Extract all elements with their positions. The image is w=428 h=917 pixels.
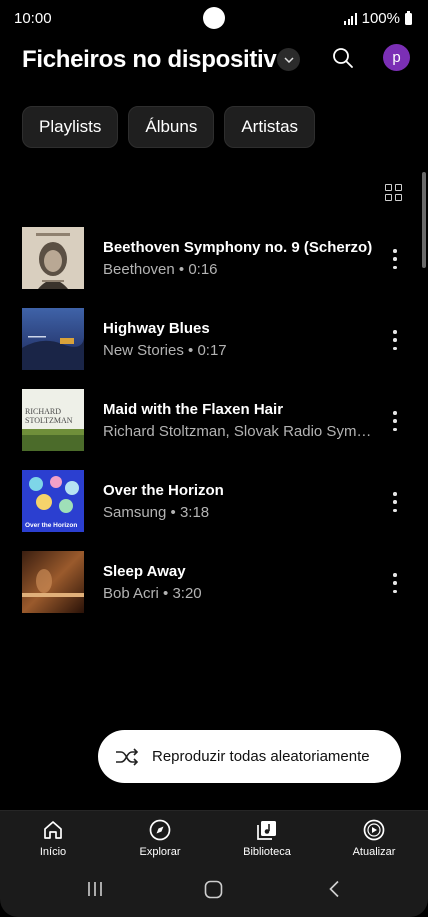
- song-row[interactable]: Beethoven Symphony no. 9 (Scherzo) Beeth…: [0, 227, 428, 291]
- shuffle-all-button[interactable]: Reproduzir todas aleatoriamente: [98, 730, 401, 783]
- page-title: Ficheiros no dispositivo: [22, 46, 291, 73]
- shuffle-label: Reproduzir todas aleatoriamente: [152, 748, 370, 765]
- more-options-icon[interactable]: [386, 330, 404, 350]
- title-dropdown-button[interactable]: [277, 48, 300, 71]
- category-chips: Playlists Álbuns Artistas: [22, 106, 316, 148]
- more-options-icon[interactable]: [386, 573, 404, 593]
- compass-icon: [149, 819, 171, 841]
- song-title: Maid with the Flaxen Hair: [103, 401, 284, 418]
- chip-playlists[interactable]: Playlists: [22, 106, 119, 148]
- home-icon: [44, 821, 62, 839]
- more-options-icon[interactable]: [386, 411, 404, 431]
- song-row[interactable]: Over the Horizon Over the Horizon Samsun…: [0, 470, 428, 534]
- blue-night-cover: [22, 308, 84, 370]
- battery-icon: [405, 10, 412, 25]
- song-subtitle: Samsung • 3:18: [103, 504, 210, 521]
- cover-text-line-2: STOLTZMAN: [25, 416, 73, 425]
- library-icon: [257, 821, 276, 840]
- chip-albums[interactable]: Álbuns: [128, 106, 215, 148]
- cover-title-text: Over the Horizon: [25, 522, 77, 529]
- battery-percent: 100%: [361, 10, 400, 27]
- nav-explore-label: Explorar: [139, 846, 181, 858]
- song-row[interactable]: Highway Blues New Stories • 0:17: [0, 308, 428, 372]
- shuffle-icon: [116, 747, 139, 766]
- status-bar: 10:00 100%: [0, 0, 428, 38]
- phone-screen: 10:00 100% Ficheiros no dispositivo p Pl…: [0, 0, 428, 917]
- recent-apps-icon[interactable]: [86, 880, 104, 898]
- system-navigation-bar: [0, 870, 428, 917]
- avatar[interactable]: p: [383, 44, 410, 71]
- song-subtitle: Richard Stoltzman, Slovak Radio Sym…: [103, 423, 372, 440]
- nav-upgrade[interactable]: Atualizar: [334, 819, 414, 858]
- chevron-down-icon: [283, 56, 294, 63]
- nav-home-label: Início: [39, 846, 67, 858]
- cover-text-line-1: RICHARD: [25, 407, 61, 416]
- grid-view-icon[interactable]: [385, 184, 403, 202]
- nav-explore[interactable]: Explorar: [120, 819, 200, 858]
- front-camera: [203, 7, 225, 29]
- song-row[interactable]: RICHARD STOLTZMAN Maid with the Flaxen H…: [0, 389, 428, 453]
- upgrade-play-icon: [363, 819, 385, 841]
- bottom-navigation: Início Explorar Biblioteca Atualizar: [0, 810, 428, 871]
- over-the-horizon-cover: Over the Horizon: [22, 470, 84, 532]
- song-subtitle: New Stories • 0:17: [103, 342, 227, 359]
- song-title: Beethoven Symphony no. 9 (Scherzo): [103, 239, 373, 256]
- song-title: Sleep Away: [103, 563, 186, 580]
- chip-artists[interactable]: Artistas: [224, 106, 316, 148]
- signal-icon: [344, 12, 357, 25]
- beethoven-portrait-cover: [22, 227, 84, 289]
- song-subtitle: Bob Acri • 3:20: [103, 585, 202, 602]
- song-subtitle: Beethoven • 0:16: [103, 261, 218, 278]
- piano-player-cover: [22, 551, 84, 613]
- search-icon[interactable]: [331, 46, 355, 70]
- nav-upgrade-label: Atualizar: [352, 846, 396, 858]
- song-title: Highway Blues: [103, 320, 210, 337]
- status-time: 10:00: [14, 10, 52, 27]
- app-header: Ficheiros no dispositivo p: [0, 40, 428, 84]
- status-right: 100%: [344, 10, 412, 27]
- nav-home[interactable]: Início: [13, 819, 93, 858]
- song-row[interactable]: Sleep Away Bob Acri • 3:20: [0, 551, 428, 615]
- back-icon[interactable]: [327, 880, 341, 898]
- song-title: Over the Horizon: [103, 482, 224, 499]
- home-button-icon[interactable]: [204, 880, 223, 899]
- scrollbar[interactable]: [422, 172, 426, 268]
- stoltzman-cover: RICHARD STOLTZMAN: [22, 389, 84, 451]
- more-options-icon[interactable]: [386, 249, 404, 269]
- more-options-icon[interactable]: [386, 492, 404, 512]
- nav-library-label: Biblioteca: [243, 846, 291, 858]
- nav-library[interactable]: Biblioteca: [227, 819, 307, 858]
